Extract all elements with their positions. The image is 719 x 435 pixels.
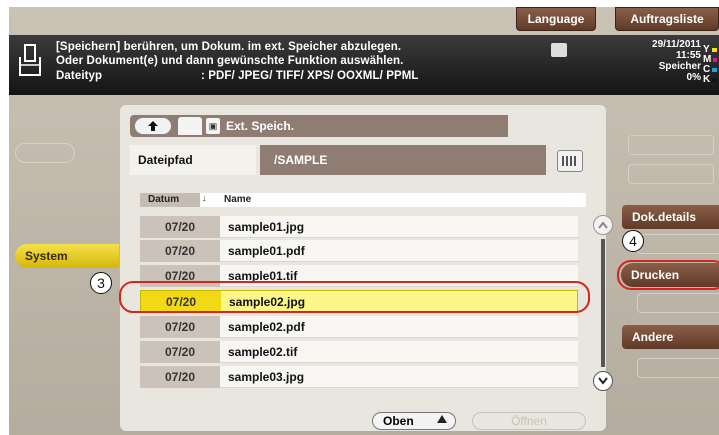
status-readout: 29/11/2011 11:55 Speicher 0% — [652, 39, 701, 83]
arrow-up-icon — [437, 415, 447, 423]
message-line-1: [Speichern] berühren, um Dokum. im ext. … — [56, 41, 402, 53]
toner-y-bar — [711, 48, 717, 52]
chevron-down-icon — [598, 377, 608, 385]
file-row[interactable]: 07/20 sample02.tif — [140, 341, 578, 363]
toner-m-bar — [713, 58, 717, 62]
right-disabled-button-4 — [637, 293, 719, 313]
memory-card-icon — [551, 43, 567, 57]
keyboard-icon — [562, 156, 578, 166]
file-name: sample01.pdf — [228, 244, 305, 258]
message-line-2: Oder Dokument(e) und dann gewünschte Fun… — [56, 55, 404, 67]
scroll-down-button[interactable] — [593, 371, 613, 391]
file-date: 07/20 — [140, 216, 220, 238]
column-date[interactable]: Datum — [140, 193, 200, 207]
file-date: 07/20 — [140, 240, 220, 262]
document-save-icon — [19, 44, 41, 76]
toner-k: K — [703, 75, 717, 85]
right-disabled-button-1 — [628, 135, 714, 155]
right-disabled-button-5 — [637, 358, 719, 378]
column-name[interactable]: Name — [224, 193, 251, 207]
file-date: 07/20 — [140, 316, 220, 338]
copier-screen: Language Auftragsliste [Speichern] berüh… — [9, 7, 719, 435]
chevron-up-icon — [598, 221, 608, 229]
right-disabled-button-2 — [628, 164, 714, 184]
file-row[interactable]: 07/20 sample02.pdf — [140, 316, 578, 338]
file-name: sample01.jpg — [228, 220, 305, 234]
toner-c-bar — [712, 68, 717, 72]
callout-3: 3 — [90, 272, 112, 294]
file-row[interactable]: 07/20 sample01.jpg — [140, 216, 578, 238]
file-name: sample02.pdf — [228, 320, 305, 334]
file-type-label: Dateityp — [56, 70, 103, 82]
scroll-up-button[interactable] — [593, 215, 613, 235]
file-name: sample03.jpg — [228, 370, 305, 384]
file-row[interactable]: 07/20 sample03.jpg — [140, 366, 578, 388]
folder-up-button[interactable] — [134, 117, 172, 135]
memory-label: Speicher — [658, 61, 701, 72]
sort-down-icon[interactable]: ↓ — [202, 193, 207, 203]
location-label: Ext. Speich. — [226, 119, 295, 133]
print-highlight-ring — [617, 260, 719, 290]
selection-highlight-ring — [119, 281, 590, 313]
keyboard-button[interactable] — [557, 150, 583, 172]
file-table-header: Datum ↓ Name — [140, 193, 586, 207]
file-date: 07/20 — [140, 366, 220, 388]
file-name: sample02.tif — [228, 345, 298, 359]
other-button[interactable]: Andere — [622, 325, 719, 349]
folder-icon — [178, 117, 202, 135]
filepath-row: Dateipfad /SAMPLE — [130, 145, 546, 175]
filepath-label: Dateipfad — [130, 145, 256, 175]
date-text: 29/11/2011 — [652, 39, 701, 50]
callout-4: 4 — [622, 230, 644, 252]
toner-k-bar — [712, 78, 717, 82]
scrollbar[interactable] — [601, 239, 605, 367]
usb-memory-icon: ▣ — [206, 118, 220, 134]
left-disabled-button — [15, 143, 75, 163]
document-details-button[interactable]: Dok.details — [622, 205, 719, 229]
filepath-value: /SAMPLE — [260, 145, 546, 175]
toner-levels: Y M C K — [703, 45, 717, 85]
file-browser-panel: ▣ Ext. Speich. Dateipfad /SAMPLE Datum ↓… — [120, 105, 613, 431]
right-disabled-button-3 — [637, 234, 719, 254]
message-bar: [Speichern] berühren, um Dokum. im ext. … — [9, 35, 719, 95]
system-button[interactable]: System — [15, 244, 119, 268]
time-text: 11:55 — [675, 50, 701, 61]
file-type-value: : PDF/ JPEG/ TIFF/ XPS/ OOXML/ PPML — [201, 70, 419, 82]
file-row[interactable]: 07/20 sample01.pdf — [140, 240, 578, 262]
language-button[interactable]: Language — [516, 7, 596, 31]
file-date: 07/20 — [140, 341, 220, 363]
open-button: Öffnen — [472, 412, 586, 430]
memory-value: 0% — [686, 72, 701, 83]
top-label: Oben — [383, 414, 414, 428]
arrow-up-icon — [148, 121, 158, 131]
job-list-button[interactable]: Auftragsliste — [615, 7, 719, 31]
